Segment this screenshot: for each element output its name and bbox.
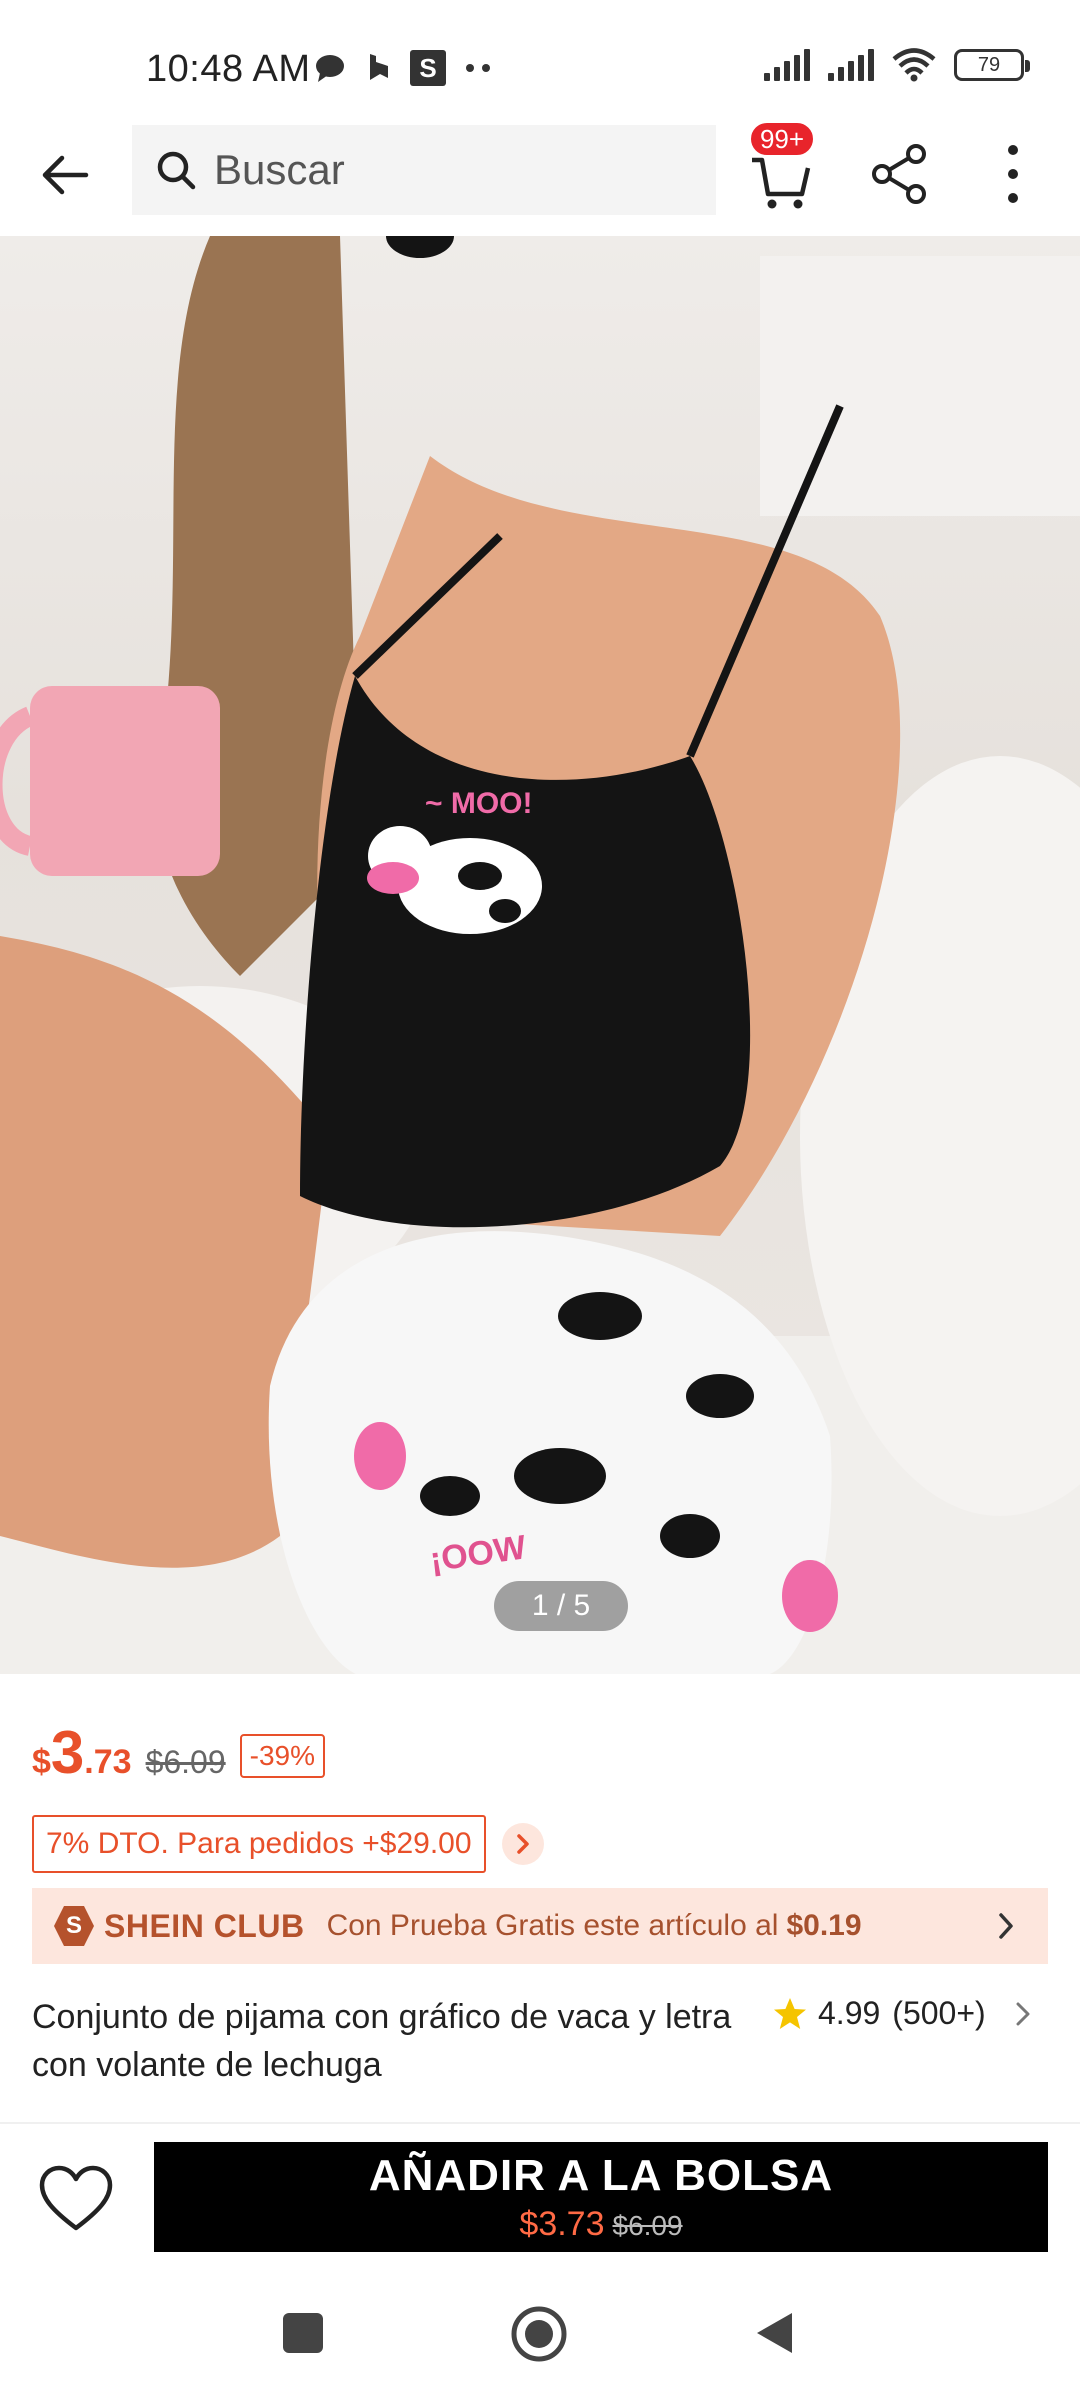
svg-text:S: S	[419, 53, 436, 83]
original-price: $6.09	[145, 1744, 226, 1780]
back-arrow-icon[interactable]	[38, 148, 92, 202]
shein-club-banner[interactable]: S SHEIN CLUB Con Prueba Gratis este artí…	[32, 1888, 1048, 1964]
promo-arrow-button[interactable]	[501, 1823, 544, 1865]
chat-bubble-icon	[316, 55, 344, 82]
promo-row[interactable]: 7% DTO. Para pedidos +$29.00	[32, 1815, 544, 1873]
search-placeholder: Buscar	[214, 146, 345, 193]
s-app-icon: S	[410, 50, 446, 86]
club-name: SHEIN CLUB	[104, 1907, 305, 1944]
share-icon[interactable]	[870, 142, 930, 206]
more-options-icon[interactable]	[998, 142, 1028, 206]
price-currency: $	[32, 1743, 51, 1781]
club-offer-text: Con Prueba Gratis este artículo al	[326, 1909, 779, 1942]
top-nav: Buscar 99+	[0, 120, 1080, 236]
cart-count-badge: 99+	[748, 120, 816, 158]
status-time: 10:48 AM	[146, 48, 311, 90]
add-to-bag-original-price: $6.09	[612, 2209, 683, 2241]
add-to-bag-button[interactable]: AÑADIR A LA BOLSA $3.73 $6.09	[154, 2142, 1048, 2252]
rating-summary[interactable]: 4.99 (500+)	[772, 1995, 1034, 2032]
image-page-indicator: 1 / 5	[494, 1581, 628, 1631]
chevron-right-icon	[999, 1913, 1013, 1939]
more-dots-icon	[466, 64, 490, 72]
signal-icon	[764, 49, 810, 81]
battery-icon: 79	[954, 49, 1030, 81]
heart-icon[interactable]	[38, 2164, 114, 2234]
add-to-bag-price: $3.73	[519, 2204, 605, 2243]
system-status-icons: 79	[764, 48, 1030, 82]
b-app-icon	[370, 54, 388, 80]
wifi-icon	[892, 48, 936, 82]
back-triangle-icon[interactable]	[754, 2310, 794, 2356]
star-icon	[774, 1997, 806, 2029]
club-price: $0.19	[786, 1909, 862, 1942]
moo-graphic-text: ~ MOO!	[425, 787, 533, 820]
add-to-bag-label: AÑADIR A LA BOLSA	[368, 2150, 834, 2200]
product-image-gallery[interactable]: ~ MOO! ¡OOW	[0, 236, 1080, 1674]
discount-badge: -39%	[239, 1734, 326, 1778]
system-navigation-bar	[0, 2280, 1080, 2400]
product-photo: ~ MOO! ¡OOW	[0, 236, 1080, 1674]
add-to-bag-prices: $3.73 $6.09	[519, 2205, 682, 2244]
chevron-right-icon	[516, 1834, 529, 1854]
search-input[interactable]: Buscar	[132, 125, 716, 215]
search-icon	[157, 151, 196, 190]
chevron-right-icon	[1016, 2002, 1030, 2025]
signal-icon	[828, 49, 874, 81]
home-circle-icon[interactable]	[510, 2305, 568, 2363]
club-logo: S	[54, 1906, 94, 1946]
battery-level: 79	[977, 53, 1001, 76]
status-bar: 10:48 AM S 79	[0, 0, 1080, 120]
review-count: (500+)	[892, 1995, 986, 2031]
price-decimal: .73	[84, 1743, 132, 1781]
notification-icons: S	[314, 50, 494, 86]
recents-square-icon[interactable]	[280, 2310, 326, 2356]
price-row: $ 3 .73 $6.09 -39%	[32, 1718, 326, 1788]
promo-tag[interactable]: 7% DTO. Para pedidos +$29.00	[32, 1815, 486, 1873]
price-integer: 3	[50, 1719, 85, 1786]
bottom-action-bar: AÑADIR A LA BOLSA $3.73 $6.09	[0, 2124, 1080, 2274]
rating-value: 4.99	[818, 1995, 881, 2031]
product-title: Conjunto de pijama con gráfico de vaca y…	[32, 1998, 732, 2084]
